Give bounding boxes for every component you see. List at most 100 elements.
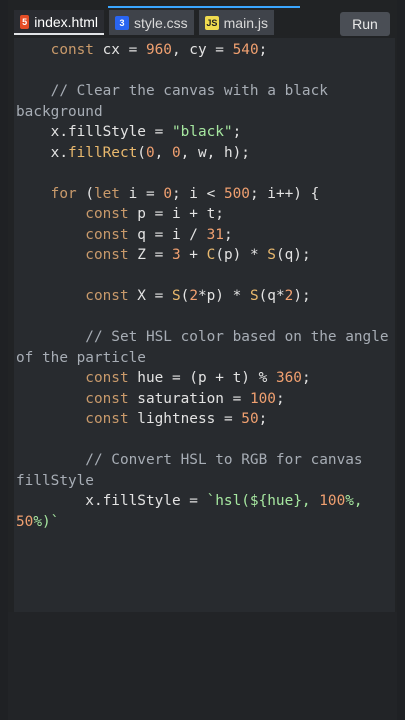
tab-label: style.css bbox=[134, 14, 188, 31]
code-token: , cy = bbox=[171, 42, 233, 58]
code-token: ; bbox=[232, 124, 242, 140]
code-token: , bbox=[154, 144, 172, 161]
code-token: %, bbox=[345, 493, 363, 509]
code-token: fillStyle bbox=[16, 472, 94, 489]
code-line: // Set HSL color based on the angle bbox=[16, 327, 388, 348]
code-token: + bbox=[180, 247, 207, 263]
code-token: 100 bbox=[319, 493, 346, 509]
code-content[interactable]: const cx = 960, cy = 540; // Clear the c… bbox=[16, 40, 389, 533]
code-token: const bbox=[16, 411, 129, 427]
code-token: const bbox=[16, 226, 129, 243]
tab-bar: 5 index.html 3 style.css JS main.js bbox=[8, 8, 397, 38]
css3-icon: 3 bbox=[115, 15, 129, 30]
code-token: cx = bbox=[93, 42, 146, 58]
code-line: // Clear the canvas with a black bbox=[16, 81, 388, 102]
tab-index-html[interactable]: 5 index.html bbox=[14, 10, 104, 35]
code-line: for (let i = 0; i < 500; i++) { bbox=[16, 184, 388, 205]
code-token: Z = bbox=[128, 247, 172, 263]
code-token: 540 bbox=[232, 42, 259, 58]
code-line: fillStyle bbox=[16, 471, 388, 492]
code-token: p = i + t; bbox=[128, 206, 224, 222]
code-token: of the particle bbox=[16, 349, 146, 366]
code-token: // Set HSL color based on the angle bbox=[16, 329, 389, 345]
code-token: const bbox=[16, 206, 129, 222]
tab-main-js[interactable]: JS main.js bbox=[199, 10, 274, 35]
code-token: ( bbox=[180, 288, 190, 304]
code-token: (p) * bbox=[215, 247, 268, 263]
code-token: 960 bbox=[145, 42, 172, 58]
code-token: lightness = bbox=[128, 411, 242, 427]
code-line: const X = S(2*p) * S(q*2); bbox=[16, 286, 388, 307]
code-token: 0 bbox=[171, 144, 181, 161]
code-token: const bbox=[16, 390, 129, 407]
code-token: ( bbox=[76, 185, 94, 202]
code-token: x.fillStyle = bbox=[16, 124, 172, 140]
code-token: 31 bbox=[206, 226, 224, 243]
code-token: ; i < bbox=[171, 185, 224, 202]
code-token: ; bbox=[258, 411, 268, 427]
code-token: // Clear the canvas with a black bbox=[16, 83, 328, 99]
code-token: %)` bbox=[33, 513, 60, 530]
code-line: 50%)` bbox=[16, 512, 388, 533]
code-token: 360 bbox=[275, 370, 302, 386]
code-token: S bbox=[267, 247, 276, 263]
code-line: of the particle bbox=[16, 348, 388, 369]
code-token: fillRect bbox=[67, 144, 138, 161]
code-token: ); bbox=[293, 288, 311, 304]
code-token: (q); bbox=[275, 247, 311, 263]
code-token: 2 bbox=[189, 288, 198, 304]
run-button[interactable]: Run bbox=[340, 12, 390, 36]
code-token: // Convert HSL to RGB for canvas bbox=[16, 452, 363, 468]
code-line: x.fillRect(0, 0, w, h); bbox=[16, 143, 388, 164]
bottom-panel bbox=[8, 612, 397, 720]
code-line: const cx = 960, cy = 540; bbox=[16, 40, 388, 61]
code-token: 50 bbox=[241, 411, 259, 427]
js-icon: JS bbox=[205, 15, 219, 30]
code-token: q = i / bbox=[128, 226, 207, 243]
code-token: ( bbox=[137, 144, 146, 161]
code-line: const lightness = 50; bbox=[16, 409, 388, 430]
code-token: const bbox=[16, 247, 129, 263]
code-token: 0 bbox=[145, 144, 155, 161]
code-line: x.fillStyle = `hsl(${hue}, 100%, bbox=[16, 491, 388, 512]
code-line: const saturation = 100; bbox=[16, 389, 388, 410]
code-token: x.fillStyle = bbox=[16, 493, 207, 509]
code-token: const bbox=[16, 370, 129, 386]
code-token: 2 bbox=[284, 288, 294, 304]
code-line: background bbox=[16, 102, 388, 123]
code-token: 100 bbox=[249, 390, 276, 407]
code-token: for bbox=[16, 185, 77, 202]
code-token: `hsl(${hue}, bbox=[206, 493, 320, 509]
tab-style-css[interactable]: 3 style.css bbox=[109, 10, 194, 35]
code-token: 50 bbox=[16, 513, 34, 530]
html5-icon: 5 bbox=[20, 14, 30, 29]
code-line: const hue = (p + t) % 360; bbox=[16, 368, 388, 389]
code-token: x. bbox=[16, 144, 68, 161]
code-token: let bbox=[93, 185, 120, 202]
code-line: const p = i + t; bbox=[16, 204, 388, 225]
code-token: "black" bbox=[171, 124, 233, 140]
code-token: X = bbox=[128, 288, 172, 304]
code-token: saturation = bbox=[128, 390, 250, 407]
code-line: const q = i / 31; bbox=[16, 225, 388, 246]
code-token: ; i++) { bbox=[249, 185, 320, 202]
code-line: x.fillStyle = "black"; bbox=[16, 122, 388, 143]
code-token: i = bbox=[119, 185, 164, 202]
code-token: *p) * bbox=[197, 288, 250, 304]
code-token: ; bbox=[258, 42, 268, 58]
code-token: S bbox=[171, 288, 181, 304]
code-line: const Z = 3 + C(p) * S(q); bbox=[16, 245, 388, 266]
code-token: const bbox=[16, 288, 129, 304]
code-token: ; bbox=[223, 226, 233, 243]
code-token: 0 bbox=[163, 185, 172, 202]
code-token: C bbox=[206, 247, 216, 263]
code-token: , w, h); bbox=[180, 144, 250, 161]
code-token: const bbox=[16, 42, 94, 58]
tab-label: index.html bbox=[34, 13, 98, 30]
code-token: S bbox=[249, 288, 259, 304]
